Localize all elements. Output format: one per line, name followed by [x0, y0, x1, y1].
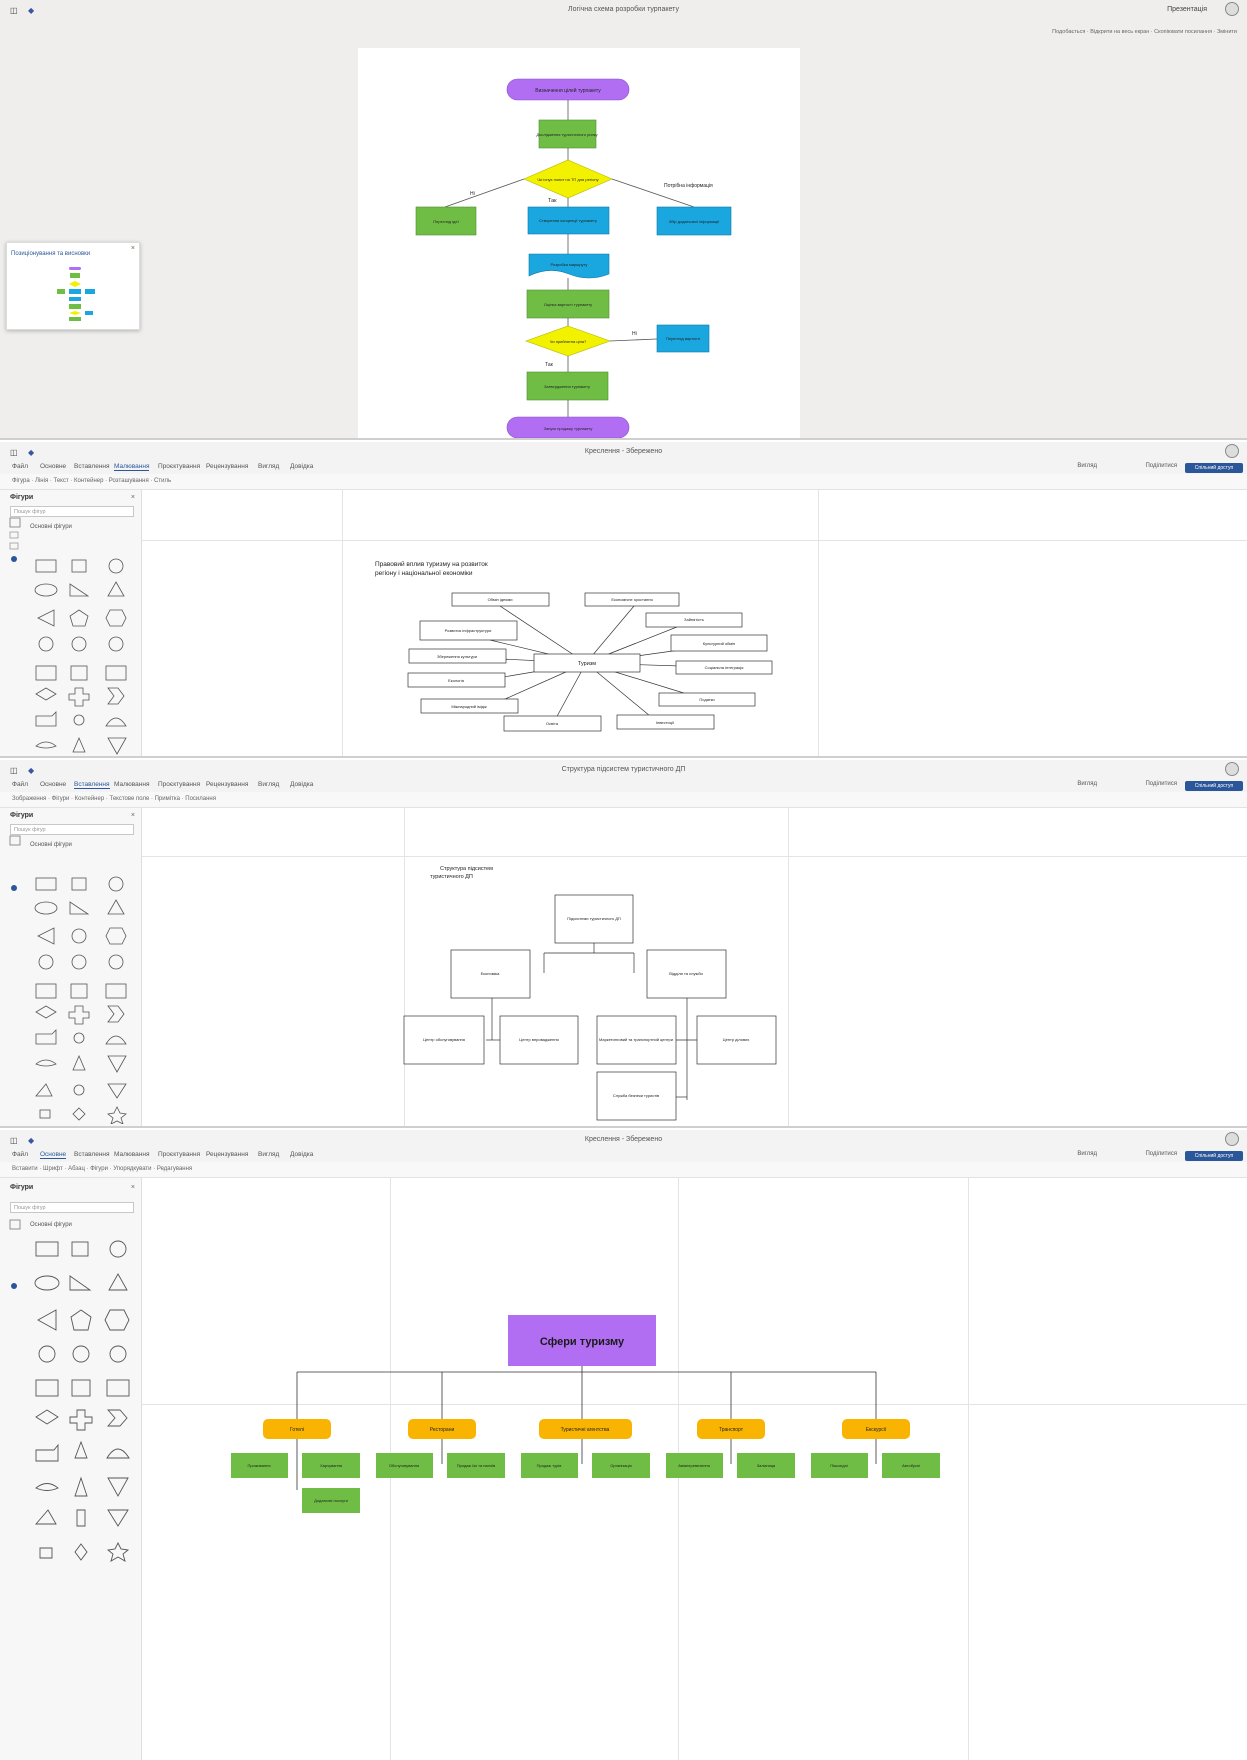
flowchart-diagram: Визначення цілей турпакету Дослідження т… [415, 78, 732, 438]
struct-b3-label: Маркетинговий та транспортний центри [599, 1037, 673, 1042]
thumbnail-title: Позиціонування та висновки [11, 251, 91, 257]
branch-0: Готелі Проживання Харчування Додаткові п… [231, 1419, 360, 1513]
branch-3-label: Транспорт [719, 1427, 744, 1433]
struct-right-label: Відділи та служби [669, 971, 703, 976]
branch-2-label: Туристичні агентства [561, 1427, 610, 1433]
diagram-title-line1: Правовий вплив туризму на розвиток [375, 560, 488, 568]
node-1-label: Економічне зростання [611, 597, 652, 602]
diagram-title-line2: регіону і національної економіки [375, 569, 473, 577]
panel-tourism-spheres: ◫ ◆ Креслення - Збережено Файл Основне В… [0, 1130, 1247, 1760]
struct-b1-label: Центр обслуговування [423, 1037, 465, 1042]
node-4-label: Збереження культури [437, 654, 477, 659]
flow-no1: Ні [470, 191, 475, 197]
panel-flowchart: ◫ ◆ Логічна схема розробки турпакету Пре… [0, 0, 1247, 440]
branch-3-item-1-label: Залізниця [757, 1463, 776, 1468]
flow-decision1-label: Чи існує попит на ТП для регіону [537, 177, 598, 182]
flow-start-label: Визначення цілей турпакету [535, 87, 601, 94]
flow-step1-label: Дослідження туристичного ринку [536, 132, 597, 137]
branch-2-item-1-label: Організація [610, 1463, 631, 1468]
flow-right-label: Збір додаткової інформації [669, 219, 720, 224]
flow-no2: Ні [632, 331, 637, 337]
close-icon[interactable]: × [131, 245, 135, 252]
branch-4-item-0-label: Пішохідні [830, 1463, 848, 1468]
node-center-label: Туризм [578, 661, 596, 667]
branch-4-item-1-label: Автобусні [902, 1463, 920, 1468]
node-10-label: Освіта [546, 721, 559, 726]
struct-b2-label: Центр впровадження [519, 1037, 558, 1042]
flow-end-label: Запуск продажу турпакету [544, 426, 593, 431]
panel-radial-diagram: ◫ ◆ Креслення - Збережено Файл Основне В… [0, 442, 1247, 758]
branch-4-label: Екскурсії [866, 1427, 887, 1433]
branch-1-item-0-label: Обслуговування [389, 1463, 419, 1468]
node-6-label: Екологія [448, 678, 464, 683]
branch-3: Транспорт Авіаперевезення Залізниця [666, 1419, 795, 1478]
radial-diagram: Правовий вплив туризму на розвиток регіо… [375, 560, 773, 732]
spheres-diagram: Сфери туризму Готелі Проживання Харчуван… [231, 1315, 940, 1513]
node-5-label: Культурний обмін [703, 641, 735, 646]
diagram-title-line1: Структура підсистем [440, 866, 493, 872]
thumbnail-card[interactable]: Позиціонування та висновки × [6, 242, 140, 330]
node-8-label: Міжнародний імідж [451, 704, 487, 709]
branch-0-label: Готелі [290, 1427, 304, 1433]
flow-step3-label: Затвердження турпакету [544, 384, 590, 389]
struct-b4-label: Центр ділових [723, 1037, 750, 1042]
thumbnail-preview [35, 263, 115, 323]
branch-0-item-2-label: Додаткові послуги [314, 1498, 348, 1503]
node-2-label: Розвиток інфраструктури [445, 628, 492, 633]
branch-2-item-0-label: Продаж турів [537, 1463, 562, 1468]
branch-3-item-0-label: Авіаперевезення [678, 1463, 710, 1468]
branch-0-item-0-label: Проживання [247, 1463, 270, 1468]
root-label: Сфери туризму [540, 1336, 625, 1348]
flow-step2-label: Оцінка вартості турпакету [544, 302, 592, 307]
branch-1-item-1-label: Продаж їжі та напоїв [457, 1463, 496, 1468]
struct-b5-label: Служба безпеки туристів [613, 1093, 659, 1098]
structure-diagram: Структура підсистем туристичного ДП Підс… [403, 866, 777, 1121]
flow-document-label: Розробка маршруту [551, 262, 588, 267]
panel-structure-diagram: ◫ ◆ Структура підсистем туристичного ДП … [0, 760, 1247, 1128]
struct-top-label: Підсистеми туристичного ДП [567, 916, 621, 921]
branch-1-label: Ресторани [430, 1427, 455, 1433]
flow-yes1: Так [548, 198, 557, 204]
flow-yes2: Так [545, 362, 554, 368]
diagram-title-line2: туристичного ДП [430, 874, 473, 880]
flow-mid-label: Створення концепції турпакету [539, 218, 597, 223]
flow-need-info: Потрібна інформація [664, 183, 713, 189]
branch-4: Екскурсії Пішохідні Автобусні [811, 1419, 940, 1478]
node-3-label: Зайнятість [684, 617, 704, 622]
node-0-label: Обмін ідеями [488, 597, 513, 602]
flow-right2-label: Перегляд вартості [666, 336, 700, 341]
node-11-label: Інвестиції [656, 720, 675, 725]
node-9-label: Податки [699, 697, 714, 702]
flow-decision2-label: Чи прийнятна ціна? [550, 339, 587, 344]
branch-2: Туристичні агентства Продаж турів Органі… [521, 1419, 650, 1478]
branch-0-item-1-label: Харчування [320, 1463, 342, 1468]
branch-1: Ресторани Обслуговування Продаж їжі та н… [376, 1419, 505, 1478]
struct-left-label: Економіка [481, 971, 501, 976]
flow-left-label: Перегляд ідеї [433, 219, 459, 224]
node-7-label: Соціальна інтеграція [705, 665, 744, 670]
